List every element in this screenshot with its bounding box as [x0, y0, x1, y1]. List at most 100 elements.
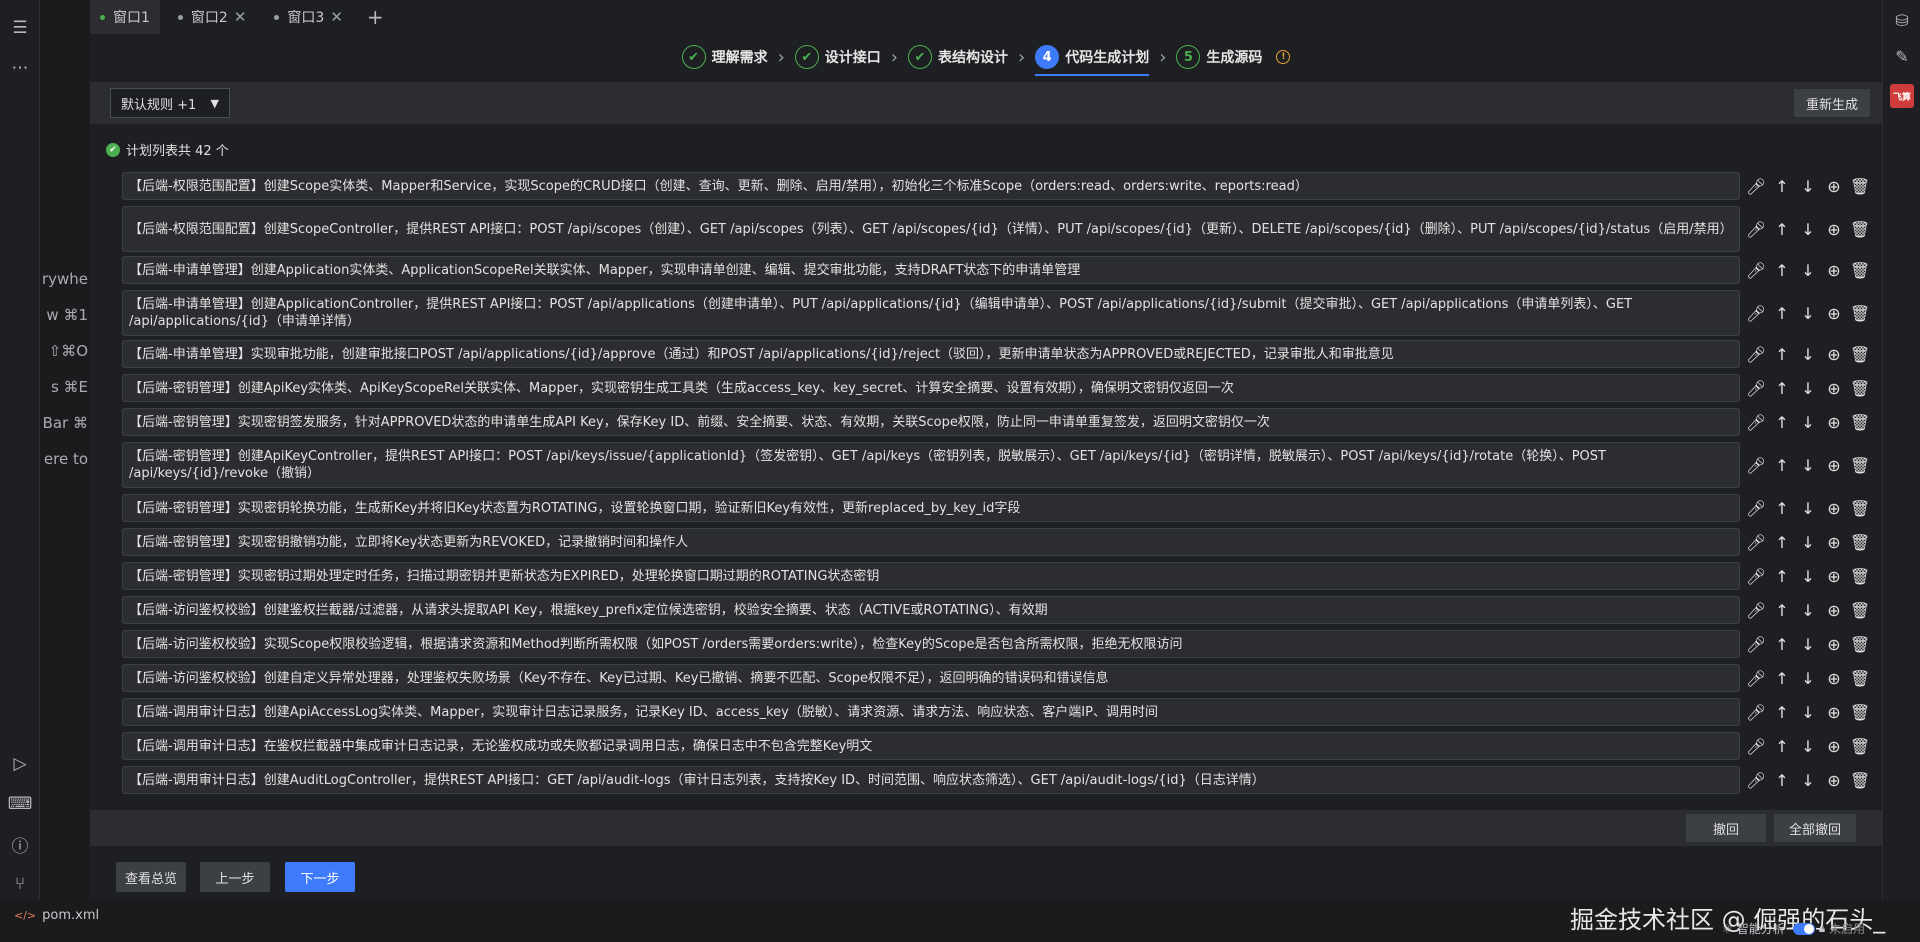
close-icon[interactable]: ✕: [234, 8, 247, 26]
arrow-up-icon[interactable]: ↑: [1772, 668, 1792, 688]
arrow-up-icon[interactable]: ↑: [1772, 566, 1792, 586]
trash-icon[interactable]: 🗑︎: [1850, 176, 1870, 196]
plan-item-text[interactable]: 【后端-访问鉴权校验】创建自定义异常处理器，处理鉴权失败场景（Key不存在、Ke…: [122, 664, 1740, 692]
plan-item-text[interactable]: 【后端-调用审计日志】创建AuditLogController，提供REST A…: [122, 766, 1740, 794]
arrow-up-icon[interactable]: ↑: [1772, 770, 1792, 790]
mic-icon[interactable]: 🎤︎: [1746, 498, 1766, 518]
add-circle-icon[interactable]: ⊕: [1824, 455, 1844, 475]
add-circle-icon[interactable]: ⊕: [1824, 566, 1844, 586]
add-circle-icon[interactable]: ⊕: [1824, 378, 1844, 398]
plan-item-text[interactable]: 【后端-调用审计日志】创建ApiAccessLog实体类、Mapper，实现审计…: [122, 698, 1740, 726]
trash-icon[interactable]: 🗑︎: [1850, 668, 1870, 688]
add-circle-icon[interactable]: ⊕: [1824, 770, 1844, 790]
tab-window-3[interactable]: 窗口3 ✕: [264, 0, 353, 34]
arrow-up-icon[interactable]: ↑: [1772, 378, 1792, 398]
mic-icon[interactable]: 🎤︎: [1746, 176, 1766, 196]
arrow-down-icon[interactable]: ↓: [1798, 532, 1818, 552]
tab-window-2[interactable]: 窗口2 ✕: [168, 0, 257, 34]
feisuan-icon[interactable]: 飞算: [1890, 84, 1914, 108]
trash-icon[interactable]: 🗑︎: [1850, 378, 1870, 398]
arrow-down-icon[interactable]: ↓: [1798, 702, 1818, 722]
add-circle-icon[interactable]: ⊕: [1824, 736, 1844, 756]
regenerate-button[interactable]: 重新生成: [1793, 89, 1870, 117]
plan-item-text[interactable]: 【后端-密钥管理】实现密钥撤销功能，立即将Key状态更新为REVOKED，记录撤…: [122, 528, 1740, 556]
arrow-down-icon[interactable]: ↓: [1798, 600, 1818, 620]
plan-item-text[interactable]: 【后端-访问鉴权校验】创建鉴权拦截器/过滤器，从请求头提取API Key，根据k…: [122, 596, 1740, 624]
tab-window-1[interactable]: 窗口1: [90, 0, 160, 34]
info-icon[interactable]: !: [1276, 50, 1291, 64]
plan-item-text[interactable]: 【后端-调用审计日志】在鉴权拦截器中集成审计日志记录，无论鉴权成功或失败都记录调…: [122, 732, 1740, 760]
add-circle-icon[interactable]: ⊕: [1824, 412, 1844, 432]
mic-icon[interactable]: 🎤︎: [1746, 600, 1766, 620]
arrow-up-icon[interactable]: ↑: [1772, 455, 1792, 475]
add-tab-icon[interactable]: +: [361, 5, 390, 29]
smart-analysis[interactable]: ⚛ 智能分析 🔒︎ 未启用: [1722, 920, 1865, 937]
mic-icon[interactable]: 🎤︎: [1746, 455, 1766, 475]
arrow-down-icon[interactable]: ↓: [1798, 498, 1818, 518]
mic-icon[interactable]: 🎤︎: [1746, 702, 1766, 722]
arrow-up-icon[interactable]: ↑: [1772, 412, 1792, 432]
step-understand[interactable]: ✔ 理解需求: [681, 38, 768, 76]
database-icon[interactable]: ⛁: [1892, 10, 1912, 30]
arrow-down-icon[interactable]: ↓: [1798, 634, 1818, 654]
mic-icon[interactable]: 🎤︎: [1746, 344, 1766, 364]
trash-icon[interactable]: 🗑︎: [1850, 634, 1870, 654]
arrow-up-icon[interactable]: ↑: [1772, 736, 1792, 756]
arrow-down-icon[interactable]: ↓: [1798, 344, 1818, 364]
trash-icon[interactable]: 🗑︎: [1850, 498, 1870, 518]
close-icon[interactable]: ✕: [330, 8, 343, 26]
arrow-down-icon[interactable]: ↓: [1798, 260, 1818, 280]
plan-item-text[interactable]: 【后端-权限范围配置】创建ScopeController，提供REST API接…: [122, 206, 1740, 252]
run-icon[interactable]: ▷: [0, 750, 40, 778]
trash-icon[interactable]: 🗑︎: [1850, 303, 1870, 323]
mic-icon[interactable]: 🎤︎: [1746, 668, 1766, 688]
arrow-down-icon[interactable]: ↓: [1798, 455, 1818, 475]
plan-item-text[interactable]: 【后端-密钥管理】实现密钥过期处理定时任务，扫描过期密钥并更新状态为EXPIRE…: [122, 562, 1740, 590]
trash-icon[interactable]: 🗑︎: [1850, 566, 1870, 586]
rule-select[interactable]: 默认规则 +1 ▼: [110, 88, 230, 118]
mic-icon[interactable]: 🎤︎: [1746, 303, 1766, 323]
step-table-design[interactable]: ✔ 表结构设计: [908, 38, 1008, 76]
arrow-down-icon[interactable]: ↓: [1798, 176, 1818, 196]
add-circle-icon[interactable]: ⊕: [1824, 600, 1844, 620]
git-icon[interactable]: ⑂: [0, 870, 40, 898]
plan-item-text[interactable]: 【后端-访问鉴权校验】实现Scope权限校验逻辑，根据请求资源和Method判断…: [122, 630, 1740, 658]
trash-icon[interactable]: 🗑︎: [1850, 600, 1870, 620]
step-design-api[interactable]: ✔ 设计接口: [794, 38, 881, 76]
add-circle-icon[interactable]: ⊕: [1824, 344, 1844, 364]
trash-icon[interactable]: 🗑︎: [1850, 736, 1870, 756]
add-circle-icon[interactable]: ⊕: [1824, 702, 1844, 722]
mic-icon[interactable]: 🎤︎: [1746, 532, 1766, 552]
trash-icon[interactable]: 🗑︎: [1850, 455, 1870, 475]
add-circle-icon[interactable]: ⊕: [1824, 176, 1844, 196]
arrow-up-icon[interactable]: ↑: [1772, 303, 1792, 323]
trash-icon[interactable]: 🗑︎: [1850, 412, 1870, 432]
arrow-up-icon[interactable]: ↑: [1772, 498, 1792, 518]
arrow-down-icon[interactable]: ↓: [1798, 378, 1818, 398]
step-code-plan[interactable]: 4 代码生成计划: [1035, 38, 1150, 76]
arrow-up-icon[interactable]: ↑: [1772, 634, 1792, 654]
arrow-up-icon[interactable]: ↑: [1772, 702, 1792, 722]
add-circle-icon[interactable]: ⊕: [1824, 634, 1844, 654]
trash-icon[interactable]: 🗑︎: [1850, 344, 1870, 364]
add-circle-icon[interactable]: ⊕: [1824, 498, 1844, 518]
trash-icon[interactable]: 🗑︎: [1850, 702, 1870, 722]
arrow-down-icon[interactable]: ↓: [1798, 668, 1818, 688]
next-button[interactable]: 下一步: [285, 862, 355, 892]
add-circle-icon[interactable]: ⊕: [1824, 532, 1844, 552]
arrow-up-icon[interactable]: ↑: [1772, 344, 1792, 364]
arrow-up-icon[interactable]: ↑: [1772, 600, 1792, 620]
file-breadcrumb[interactable]: </> pom.xml: [14, 908, 99, 923]
arrow-down-icon[interactable]: ↓: [1798, 303, 1818, 323]
arrow-up-icon[interactable]: ↑: [1772, 219, 1792, 239]
arrow-down-icon[interactable]: ↓: [1798, 770, 1818, 790]
smart-analysis-toggle[interactable]: [1792, 922, 1815, 935]
undo-all-button[interactable]: 全部撤回: [1774, 814, 1856, 842]
undo-button[interactable]: 撤回: [1686, 814, 1766, 842]
more-icon[interactable]: ⋯: [0, 54, 40, 82]
edit-icon[interactable]: ✎: [1892, 46, 1912, 66]
add-circle-icon[interactable]: ⊕: [1824, 260, 1844, 280]
mic-icon[interactable]: 🎤︎: [1746, 566, 1766, 586]
prev-button[interactable]: 上一步: [200, 862, 270, 892]
project-structure-icon[interactable]: ☰: [0, 14, 40, 42]
